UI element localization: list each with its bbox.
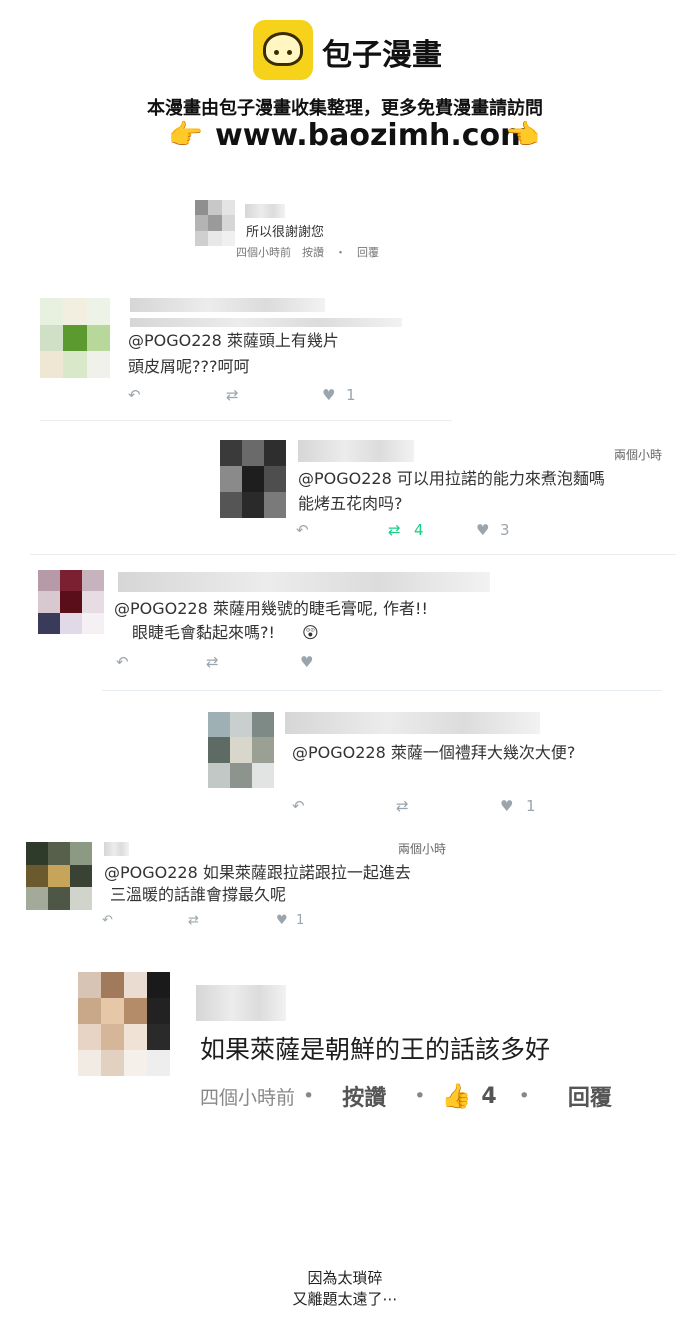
username-redacted [298,440,414,462]
comment-time: 四個小時前 [200,1086,296,1109]
like-count: 1 [346,386,356,404]
handle-redacted [130,318,402,327]
tweet-actions: ↶ ⇄ ♥ [116,653,313,671]
divider [40,420,452,421]
heart-icon[interactable]: ♥ [500,797,526,815]
brand-name: 包子漫畫 [322,38,442,73]
caption: 因為太瑣碎 又離題太遠了⋯ [0,1268,690,1310]
comment-text: 如果萊薩是朝鮮的王的話該多好 [200,1035,551,1064]
watermark-notice: 本漫畫由包子漫畫收集整理，更多免費漫畫請訪問 [147,98,543,119]
retweet-icon[interactable]: ⇄ [388,521,414,539]
username-redacted [196,985,286,1021]
comment-text: @POGO228 萊薩一個禮拜大幾次大便? [292,743,576,762]
reply-icon[interactable]: ↶ [296,521,388,539]
username-redacted [245,204,285,218]
comment-meta: 四個小時前 按讚 ・ 回覆 [236,246,379,259]
thumbs-up-icon: 👍 [441,1082,472,1110]
comment-text: @POGO228 可以用拉諾的能力來煮泡麵嗎 [298,469,605,488]
avatar [195,200,235,246]
comment-text: @POGO228 萊薩用幾號的睫毛膏呢, 作者!! [114,599,428,618]
avatar [38,570,104,634]
retweet-icon[interactable]: ⇄ [188,913,276,928]
comment-text: @POGO228 萊薩頭上有幾片 [128,331,339,350]
divider [102,690,662,691]
comment-text: 眼睫毛會黏起來嗎?! [132,623,275,642]
retweet-icon[interactable]: ⇄ [206,653,300,671]
comment-text: 所以很謝謝您 [246,225,325,240]
username-redacted [118,572,490,592]
comment-meta: 四個小時前 • 按讚 • 👍 4 • 回覆 [200,1080,612,1112]
heart-icon[interactable]: ♥ [322,386,346,404]
reply-icon[interactable]: ↶ [292,797,396,815]
username-redacted [285,712,540,734]
tweet-actions: ↶ ⇄ ♥ 1 [102,913,304,928]
like-count: 1 [526,797,536,815]
like-count: 4 [481,1083,497,1109]
surprised-emoji-icon: 😲 [302,623,319,642]
tweet-actions: ↶ ⇄ 4 ♥ 3 [296,521,510,539]
retweet-count: 4 [414,521,424,539]
pointing-hand-icon: 👉 [168,118,203,151]
username-redacted [104,842,129,856]
caption-line: 因為太瑣碎 [307,1269,383,1287]
like-button[interactable]: 按讚 [342,1080,386,1112]
divider [30,554,676,555]
avatar [26,842,92,910]
heart-icon[interactable]: ♥ [276,913,296,928]
retweet-icon[interactable]: ⇄ [396,797,500,815]
tweet-actions: ↶ ⇄ ♥ 1 [292,797,536,815]
site-url[interactable]: www.baozimh.com [215,118,531,153]
retweet-icon[interactable]: ⇄ [226,386,322,404]
comment-text: 能烤五花肉吗? [298,494,403,513]
pointing-hand-icon: 👈 [505,118,540,151]
comment-time: 兩個小時 [398,842,447,856]
reply-icon[interactable]: ↶ [116,653,206,671]
caption-line: 又離題太遠了⋯ [292,1290,398,1308]
reply-button[interactable]: 回覆 [568,1080,612,1112]
reply-icon[interactable]: ↶ [102,913,188,928]
username-redacted [130,298,325,312]
comment-text: 頭皮屑呢???呵呵 [128,357,250,376]
brand-logo [253,20,313,80]
comment-text: 三溫暖的話誰會撐最久呢 [110,885,287,904]
like-count: 1 [296,913,305,928]
comment-time: 兩個小時 [614,448,663,462]
avatar [220,440,286,518]
reply-icon[interactable]: ↶ [128,386,226,404]
heart-icon[interactable]: ♥ [300,653,313,671]
avatar [78,972,170,1076]
like-count: 3 [500,521,510,539]
avatar [40,298,110,378]
avatar [208,712,274,788]
tweet-actions: ↶ ⇄ ♥ 1 [128,386,356,404]
heart-icon[interactable]: ♥ [476,521,500,539]
